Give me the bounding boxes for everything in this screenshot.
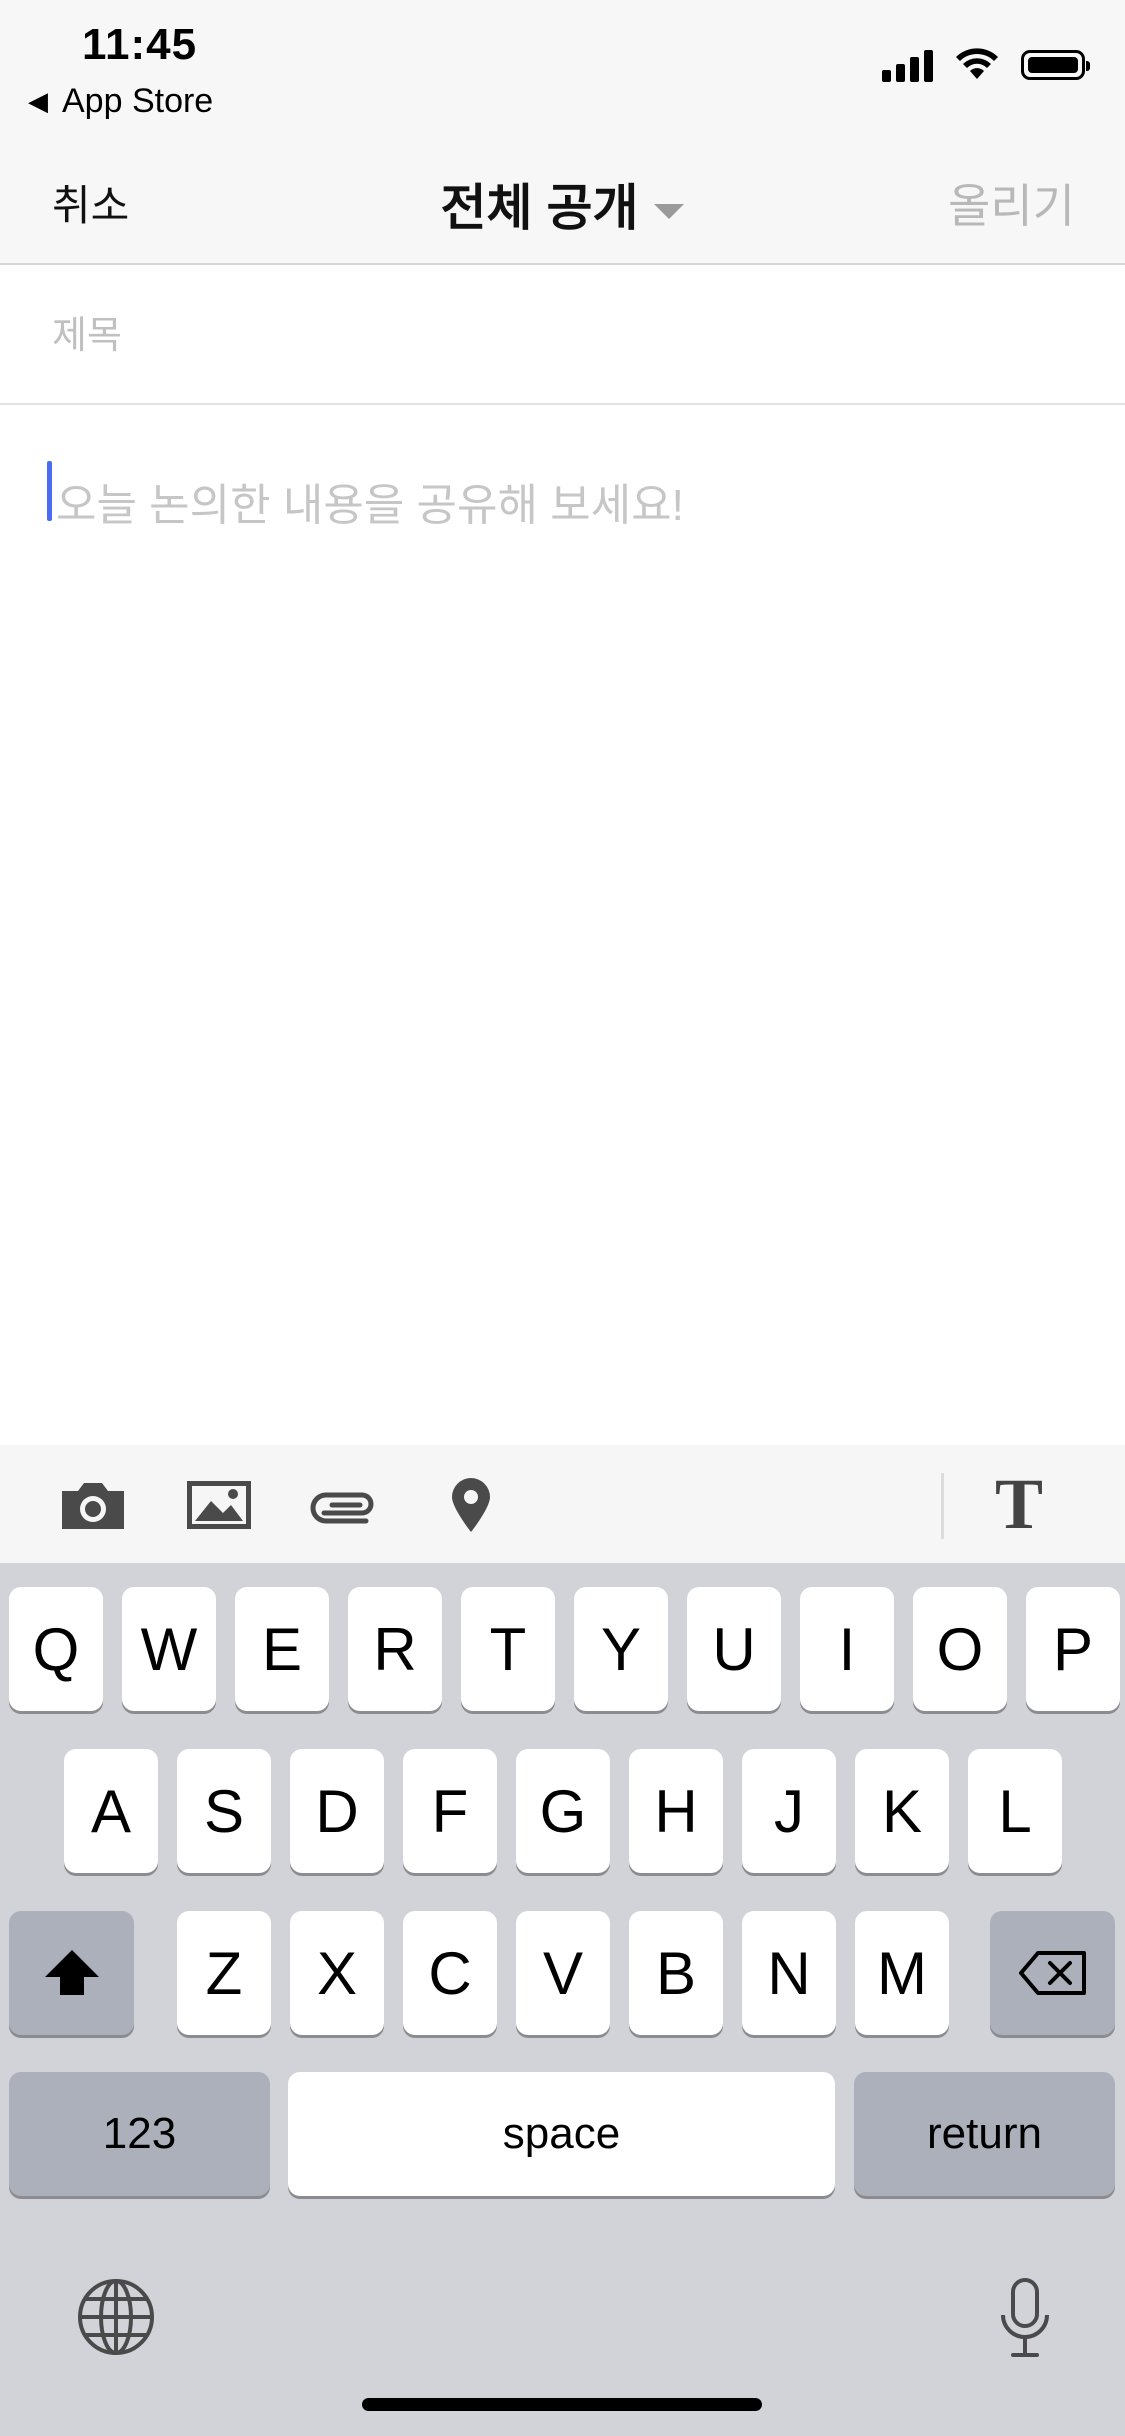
key-k[interactable]: K (855, 1749, 949, 1873)
backspace-icon (1018, 1951, 1086, 1995)
key-a[interactable]: A (64, 1749, 158, 1873)
globe-icon (78, 2279, 154, 2355)
attachment-toolbar: T (0, 1445, 1125, 1563)
microphone-icon (1001, 2278, 1049, 2357)
return-key[interactable]: return (854, 2072, 1115, 2196)
back-to-app-store-link[interactable]: ◀ App Store (28, 82, 213, 121)
camera-button[interactable] (58, 1475, 128, 1535)
key-v[interactable]: V (516, 1911, 610, 2035)
attach-file-button[interactable] (310, 1475, 380, 1535)
location-pin-icon (452, 1478, 490, 1532)
text-cursor (47, 461, 52, 521)
key-f[interactable]: F (403, 1749, 497, 1873)
status-bar: 11:45 ◀ App Store (0, 0, 1125, 140)
image-icon (187, 1481, 251, 1529)
visibility-label: 전체 공개 (440, 180, 639, 236)
body-input[interactable] (54, 467, 1068, 1371)
body-editor (0, 405, 1125, 1445)
key-q[interactable]: Q (9, 1587, 103, 1711)
shift-key[interactable] (9, 1911, 134, 2035)
key-o[interactable]: O (913, 1587, 1007, 1711)
key-d[interactable]: D (290, 1749, 384, 1873)
key-r[interactable]: R (348, 1587, 442, 1711)
paperclip-icon (310, 1492, 374, 1524)
numbers-key[interactable]: 123 (9, 2072, 270, 2196)
key-s[interactable]: S (177, 1749, 271, 1873)
battery-icon (1021, 50, 1090, 80)
key-y[interactable]: Y (574, 1587, 668, 1711)
globe-button[interactable] (76, 2277, 156, 2357)
camera-icon (62, 1483, 124, 1529)
toolbar-divider (941, 1473, 944, 1539)
location-button[interactable] (436, 1475, 506, 1535)
key-z[interactable]: Z (177, 1911, 271, 2035)
status-icons (882, 48, 1090, 82)
key-t[interactable]: T (461, 1587, 555, 1711)
keyboard: QWERTYUIOP ASDFGHJKL ZXCVBNM 123 space r… (0, 1563, 1125, 2436)
key-c[interactable]: C (403, 1911, 497, 2035)
key-p[interactable]: P (1026, 1587, 1120, 1711)
nav-bar: 취소 전체 공개 올리기 (0, 140, 1125, 265)
chevron-down-icon (654, 204, 685, 220)
key-u[interactable]: U (687, 1587, 781, 1711)
key-m[interactable]: M (855, 1911, 949, 2035)
key-g[interactable]: G (516, 1749, 610, 1873)
key-w[interactable]: W (122, 1587, 216, 1711)
title-field-container (0, 265, 1125, 405)
key-e[interactable]: E (235, 1587, 329, 1711)
dictation-button[interactable] (990, 2277, 1060, 2361)
key-b[interactable]: B (629, 1911, 723, 2035)
status-time: 11:45 (82, 20, 198, 69)
key-j[interactable]: J (742, 1749, 836, 1873)
key-x[interactable]: X (290, 1911, 384, 2035)
key-h[interactable]: H (629, 1749, 723, 1873)
back-arrow-icon: ◀ (28, 86, 48, 116)
image-button[interactable] (184, 1475, 254, 1535)
post-button[interactable]: 올리기 (948, 170, 1075, 236)
backspace-key[interactable] (990, 1911, 1115, 2035)
wifi-icon (956, 48, 998, 79)
back-app-label: App Store (62, 82, 214, 120)
key-i[interactable]: I (800, 1587, 894, 1711)
shift-icon (44, 1950, 99, 1995)
space-key[interactable]: space (288, 2072, 835, 2196)
title-input[interactable] (50, 305, 1054, 367)
home-indicator (362, 2398, 762, 2411)
key-l[interactable]: L (968, 1749, 1062, 1873)
cellular-signal-icon (882, 48, 933, 82)
key-n[interactable]: N (742, 1911, 836, 2035)
text-format-button[interactable]: T (995, 1463, 1043, 1546)
